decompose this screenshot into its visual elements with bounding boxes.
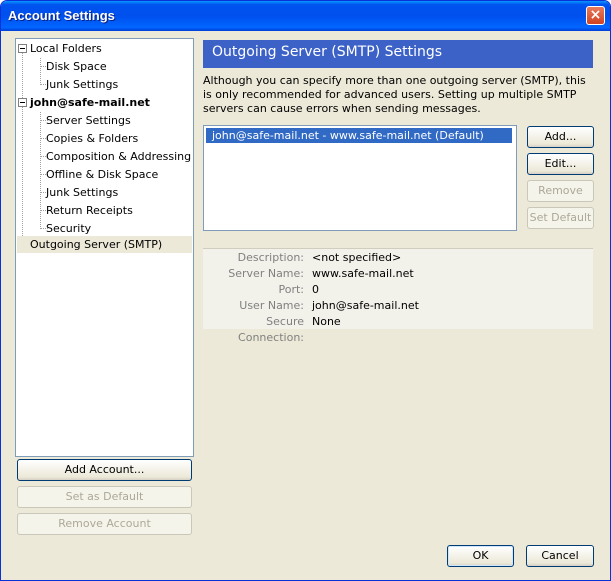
edit-server-label: Edit... [544, 157, 577, 170]
server-details-panel: Description: <not specified> Server Name… [203, 248, 593, 344]
detail-label: Description: [237, 251, 304, 264]
tree-item-security[interactable]: Security [46, 220, 91, 237]
window-title: Account Settings [8, 8, 115, 23]
tree-connector [40, 58, 41, 85]
tree-item-label: Outgoing Server (SMTP) [30, 238, 163, 251]
tree-item-label: Composition & Addressing [46, 150, 192, 163]
tree-item-disk-space[interactable]: Disk Space [46, 58, 107, 75]
detail-value: <not specified> [312, 251, 402, 264]
collapse-icon[interactable] [18, 98, 27, 107]
ok-button[interactable]: OK [447, 545, 514, 567]
tree-item-label: Copies & Folders [46, 132, 139, 145]
tree-item-local-folders[interactable]: Local Folders [30, 40, 102, 57]
tree-item-label: Local Folders [30, 42, 102, 55]
tree-item-label: Offline & Disk Space [46, 168, 159, 181]
cancel-label: Cancel [541, 549, 579, 562]
tree-item-offline-disk-space[interactable]: Offline & Disk Space [46, 166, 158, 183]
detail-row-description: Description: <not specified> [203, 250, 593, 266]
remove-server-button[interactable]: Remove [527, 180, 594, 202]
tree-item-label: Junk Settings [46, 78, 119, 91]
detail-value: None [312, 315, 341, 328]
tree-item-account[interactable]: john@safe-mail.net [30, 94, 150, 111]
remove-account-button[interactable]: Remove Account [17, 513, 192, 535]
detail-value: john@safe-mail.net [312, 299, 419, 312]
set-as-default-label: Set as Default [65, 490, 144, 503]
account-settings-window: Account Settings × Local Folders Disk Sp… [0, 0, 611, 581]
tree-connector [40, 112, 41, 229]
close-button[interactable]: × [586, 6, 605, 25]
panel-title: Outgoing Server (SMTP) Settings [212, 44, 443, 60]
detail-value: 0 [312, 283, 319, 296]
add-account-button[interactable]: Add Account... [17, 459, 192, 481]
set-as-default-button[interactable]: Set as Default [17, 486, 192, 508]
add-account-label: Add Account... [64, 463, 145, 476]
detail-value: www.safe-mail.net [312, 267, 414, 280]
dialog-body: Local Folders Disk Space Junk Settings j… [4, 31, 607, 577]
cancel-button[interactable]: Cancel [526, 545, 594, 567]
remove-account-label: Remove Account [58, 517, 151, 530]
account-tree[interactable]: Local Folders Disk Space Junk Settings j… [15, 38, 194, 457]
detail-label: Secure Connection: [238, 315, 304, 344]
tree-item-label: Return Receipts [46, 204, 133, 217]
edit-server-button[interactable]: Edit... [527, 153, 594, 175]
tree-item-label: john@safe-mail.net [30, 96, 150, 109]
tree-item-label: Security [46, 222, 92, 235]
detail-row-secure-connection: Secure Connection: None [203, 314, 593, 344]
tree-item-junk-settings[interactable]: Junk Settings [46, 76, 118, 93]
remove-server-label: Remove [538, 184, 583, 197]
add-server-button[interactable]: Add... [527, 126, 594, 148]
detail-label: Port: [278, 283, 304, 296]
tree-item-label: Junk Settings [46, 186, 119, 199]
tree-item-server-settings[interactable]: Server Settings [46, 112, 131, 129]
tree-item-label: Disk Space [46, 60, 107, 73]
set-default-server-label: Set Default [529, 211, 592, 224]
add-server-label: Add... [544, 130, 577, 143]
tree-item-account-junk-settings[interactable]: Junk Settings [46, 184, 118, 201]
tree-connector [22, 53, 23, 236]
tree-item-label: Server Settings [46, 114, 131, 127]
detail-label: User Name: [239, 299, 304, 312]
set-default-server-button[interactable]: Set Default [527, 207, 594, 229]
collapse-icon[interactable] [18, 44, 27, 53]
tree-item-outgoing-server[interactable]: Outgoing Server (SMTP) [30, 236, 162, 253]
detail-row-server-name: Server Name: www.safe-mail.net [203, 266, 593, 282]
smtp-server-list[interactable]: john@safe-mail.net - www.safe-mail.net (… [203, 125, 517, 231]
close-icon: × [589, 7, 602, 23]
panel-header: Outgoing Server (SMTP) Settings [203, 40, 593, 68]
ok-label: OK [472, 549, 489, 562]
tree-item-copies-folders[interactable]: Copies & Folders [46, 130, 138, 147]
tree-item-return-receipts[interactable]: Return Receipts [46, 202, 133, 219]
panel-description: Although you can specify more than one o… [203, 74, 586, 115]
smtp-server-item[interactable]: john@safe-mail.net - www.safe-mail.net (… [206, 128, 512, 143]
tree-item-composition-addressing[interactable]: Composition & Addressing [46, 148, 191, 165]
detail-row-port: Port: 0 [203, 282, 593, 298]
detail-label: Server Name: [228, 267, 304, 280]
title-bar[interactable]: Account Settings × [1, 1, 610, 31]
detail-row-user-name: User Name: john@safe-mail.net [203, 298, 593, 314]
